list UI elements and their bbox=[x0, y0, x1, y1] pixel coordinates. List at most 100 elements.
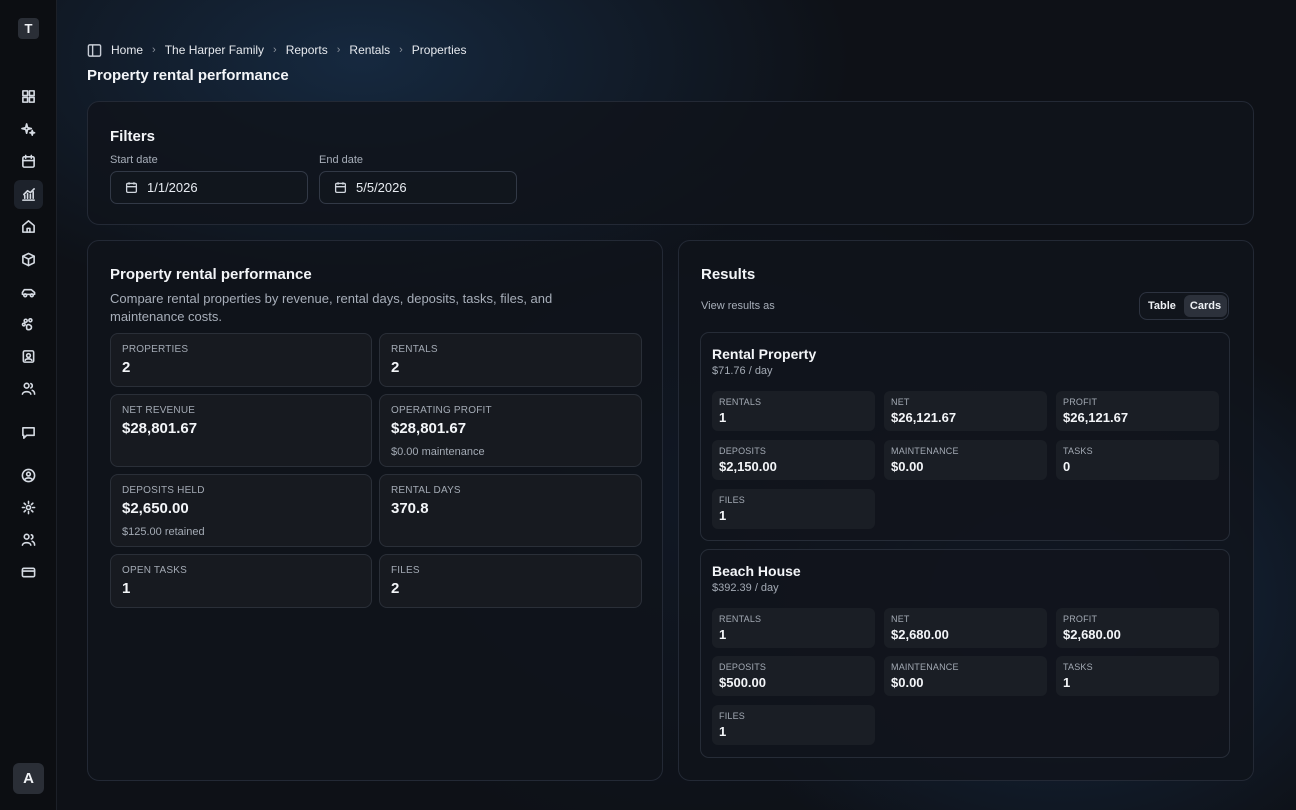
summary-title: Property rental performance bbox=[110, 266, 312, 283]
start-date-input[interactable]: 1/1/2026 bbox=[110, 171, 308, 204]
metric-tasks: TASKS 1 bbox=[1056, 656, 1219, 696]
nav-inventory[interactable] bbox=[14, 245, 43, 274]
metric-value: $0.00 bbox=[891, 675, 924, 690]
nav-properties[interactable] bbox=[14, 212, 43, 241]
metric-value: $2,680.00 bbox=[1063, 627, 1121, 642]
stat-files: FILES 2 bbox=[379, 554, 642, 608]
metric-value: 1 bbox=[719, 410, 727, 425]
account-icon bbox=[21, 468, 36, 483]
chart-icon bbox=[22, 188, 35, 201]
stat-label: PROPERTIES bbox=[122, 344, 189, 355]
nav-team[interactable] bbox=[14, 525, 43, 554]
breadcrumb-rentals[interactable]: Rentals bbox=[349, 43, 390, 57]
metric-label: TASKS bbox=[1063, 662, 1093, 672]
nav-assistant[interactable] bbox=[14, 115, 43, 144]
metric-deposits: DEPOSITS $2,150.00 bbox=[712, 440, 875, 480]
metric-label: TASKS bbox=[1063, 446, 1093, 456]
metric-label: NET bbox=[891, 397, 910, 407]
nav-reports[interactable] bbox=[14, 180, 43, 209]
nav-pets[interactable] bbox=[14, 310, 43, 339]
result-card[interactable]: Beach House $392.39 / day RENTALS 1 NET … bbox=[700, 549, 1230, 758]
stat-open-tasks: OPEN TASKS 1 bbox=[110, 554, 372, 608]
stat-value: 370.8 bbox=[391, 500, 429, 517]
stat-net-revenue: NET REVENUE $28,801.67 bbox=[110, 394, 372, 467]
breadcrumb-home[interactable]: Home bbox=[111, 43, 143, 57]
stat-value: 2 bbox=[391, 580, 400, 597]
metric-label: FILES bbox=[719, 495, 746, 505]
nav-messages[interactable] bbox=[14, 418, 43, 447]
metric-value: $500.00 bbox=[719, 675, 766, 690]
summary-description: Compare rental properties by revenue, re… bbox=[110, 291, 553, 324]
workspace-logo[interactable]: T bbox=[18, 18, 39, 39]
property-daily-rate: $392.39 / day bbox=[712, 582, 779, 594]
calendar-icon bbox=[334, 182, 347, 194]
stat-value: 1 bbox=[122, 580, 131, 597]
page-title: Property rental performance bbox=[87, 67, 289, 84]
dashboard-icon bbox=[22, 90, 35, 103]
start-date-value: 1/1/2026 bbox=[147, 180, 198, 195]
stat-label: RENTALS bbox=[391, 344, 438, 355]
chevron-right-icon: › bbox=[336, 44, 341, 56]
filters-title: Filters bbox=[110, 128, 156, 145]
stat-deposits-held: DEPOSITS HELD $2,650.00 $125.00 retained bbox=[110, 474, 372, 547]
view-toggle: Table Cards bbox=[1139, 292, 1229, 320]
stat-rentals: RENTALS 2 bbox=[379, 333, 642, 387]
nav-account[interactable] bbox=[14, 461, 43, 490]
metric-label: NET bbox=[891, 614, 910, 624]
nav-calendar[interactable] bbox=[14, 147, 43, 176]
metric-label: PROFIT bbox=[1063, 397, 1098, 407]
stat-label: FILES bbox=[391, 565, 420, 576]
metric-profit: PROFIT $2,680.00 bbox=[1056, 608, 1219, 648]
nav-people[interactable] bbox=[14, 374, 43, 403]
stat-label: DEPOSITS HELD bbox=[122, 485, 205, 496]
metric-maintenance: MAINTENANCE $0.00 bbox=[884, 440, 1047, 480]
breadcrumb-current: Properties bbox=[411, 43, 467, 57]
metric-files: FILES 1 bbox=[712, 489, 875, 529]
metric-net: NET $26,121.67 bbox=[884, 391, 1047, 431]
stat-value: 2 bbox=[391, 359, 400, 376]
metric-value: $26,121.67 bbox=[1063, 410, 1129, 425]
metric-value: $26,121.67 bbox=[891, 410, 957, 425]
user-avatar[interactable]: A bbox=[13, 763, 44, 794]
metric-label: DEPOSITS bbox=[719, 662, 767, 672]
view-table-button[interactable]: Table bbox=[1142, 295, 1182, 317]
metric-rentals: RENTALS 1 bbox=[712, 391, 875, 431]
metric-profit: PROFIT $26,121.67 bbox=[1056, 391, 1219, 431]
end-date-input[interactable]: 5/5/2026 bbox=[319, 171, 517, 204]
end-date-label: End date bbox=[319, 154, 364, 166]
nav-billing[interactable] bbox=[14, 558, 43, 587]
contacts-icon bbox=[22, 350, 35, 363]
stat-subtext: $125.00 retained bbox=[122, 526, 205, 538]
breadcrumb-reports[interactable]: Reports bbox=[286, 43, 328, 57]
stat-label: OPEN TASKS bbox=[122, 565, 187, 576]
nav-settings[interactable] bbox=[14, 493, 43, 522]
nav-contacts[interactable] bbox=[14, 342, 43, 371]
nav-dashboard[interactable] bbox=[14, 82, 43, 111]
metric-value: $2,680.00 bbox=[891, 627, 949, 642]
pets-icon bbox=[21, 317, 33, 331]
stat-label: RENTAL DAYS bbox=[391, 485, 461, 496]
breadcrumb-family[interactable]: The Harper Family bbox=[165, 43, 264, 57]
home-icon bbox=[22, 220, 35, 233]
metric-net: NET $2,680.00 bbox=[884, 608, 1047, 648]
metric-value: 1 bbox=[719, 508, 727, 523]
chevron-right-icon: › bbox=[152, 44, 156, 56]
metric-label: PROFIT bbox=[1063, 614, 1098, 624]
metric-value: 1 bbox=[719, 724, 727, 739]
result-card[interactable]: Rental Property $71.76 / day RENTALS 1 N… bbox=[700, 332, 1230, 541]
metric-value: $0.00 bbox=[891, 459, 924, 474]
metric-tasks: TASKS 0 bbox=[1056, 440, 1219, 480]
box-icon bbox=[22, 252, 35, 267]
stat-properties: PROPERTIES 2 bbox=[110, 333, 372, 387]
metric-label: FILES bbox=[719, 711, 746, 721]
start-date-label: Start date bbox=[110, 154, 158, 166]
stat-value: $28,801.67 bbox=[122, 420, 198, 437]
nav-vehicles[interactable] bbox=[14, 278, 43, 307]
metric-value: 1 bbox=[1063, 675, 1071, 690]
summary-panel: Property rental performance Compare rent… bbox=[87, 240, 663, 781]
sidebar-toggle-icon[interactable] bbox=[87, 43, 102, 58]
view-results-label: View results as bbox=[701, 300, 775, 312]
sidebar-rail: T A bbox=[0, 0, 57, 810]
calendar-icon bbox=[125, 182, 138, 194]
view-cards-button[interactable]: Cards bbox=[1183, 295, 1228, 317]
